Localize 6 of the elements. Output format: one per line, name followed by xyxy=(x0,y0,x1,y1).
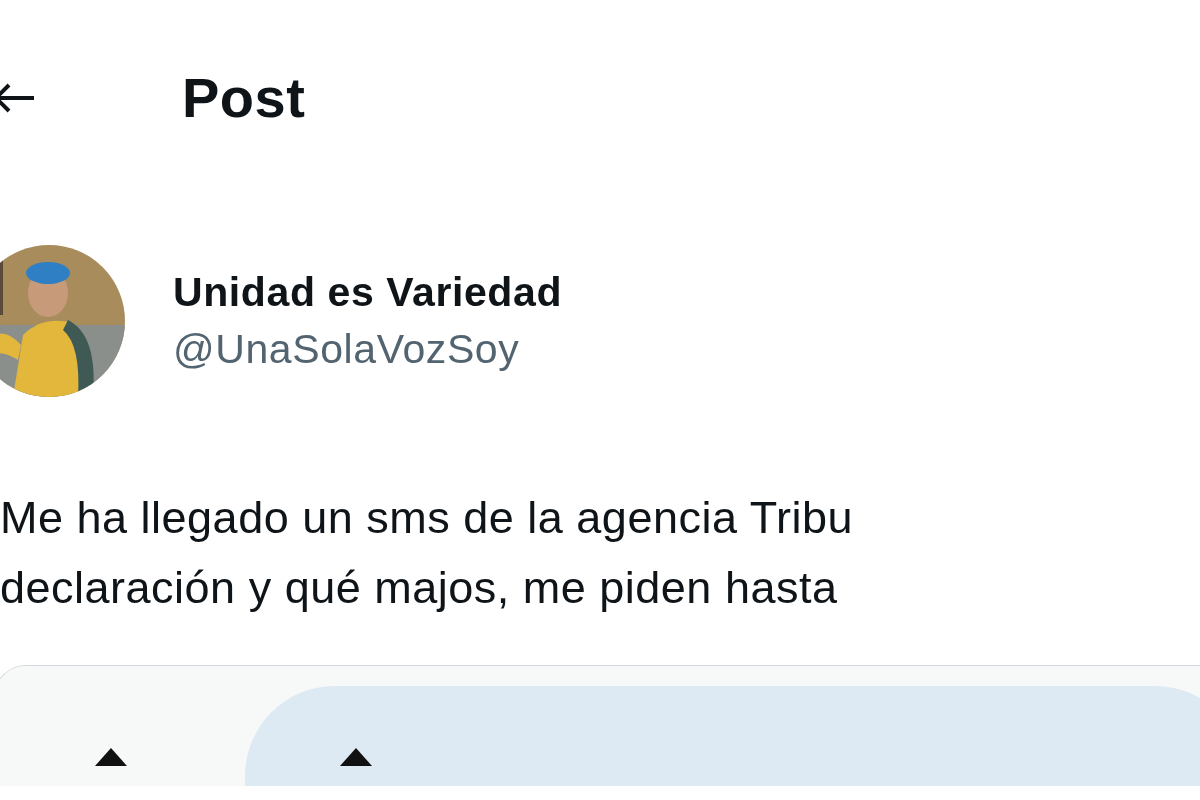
back-arrow-icon xyxy=(0,82,36,113)
post-text-line: declaración y qué majos, me piden hasta xyxy=(0,561,839,615)
post-text-line: Me ha llegado un sms de la agencia Tribu xyxy=(0,491,854,545)
author-handle[interactable]: @UnaSolaVozSoy xyxy=(173,326,563,373)
author-name[interactable]: Unidad es Variedad xyxy=(173,269,563,316)
page-title: Post xyxy=(182,65,306,130)
